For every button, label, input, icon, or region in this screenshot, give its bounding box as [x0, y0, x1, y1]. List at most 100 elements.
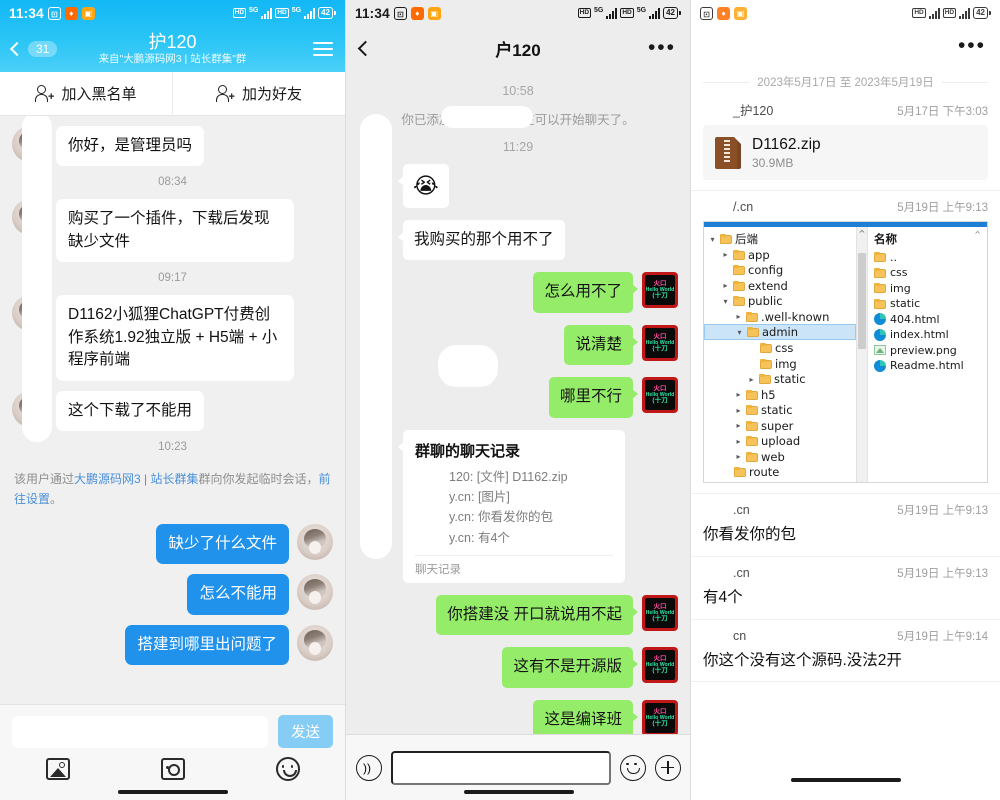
file-list-row[interactable]: img	[874, 280, 987, 296]
scrollbar-thumb[interactable]	[858, 253, 866, 350]
tree-node[interactable]: route	[708, 464, 856, 480]
qq-message-list[interactable]: 你好，是管理员吗 08:34 购买了一个插件，下载后发现缺少文件 09:17 D…	[0, 116, 345, 704]
file-list-row[interactable]: 404.html	[874, 311, 987, 327]
tree-node[interactable]: css	[708, 340, 856, 356]
avatar[interactable]	[297, 523, 333, 560]
message-bubble[interactable]: 这个下载了不能用	[56, 390, 205, 432]
avatar[interactable]	[297, 624, 333, 661]
message-bubble[interactable]: D1162小狐狸ChatGPT付费创作系统1.92独立版 + H5端 + 小程序…	[56, 295, 294, 381]
tree-node[interactable]: public	[708, 293, 856, 309]
smiley-icon[interactable]	[275, 757, 300, 781]
chevron-right-icon[interactable]	[721, 281, 730, 290]
message-input[interactable]	[391, 750, 611, 785]
battery-level: 42	[973, 7, 988, 19]
smiley-icon[interactable]	[620, 754, 646, 781]
chevron-right-icon[interactable]	[734, 406, 743, 415]
message-bubble[interactable]: 缺少了什么文件	[156, 523, 289, 565]
back-chevron-icon[interactable]	[357, 40, 374, 56]
chevron-right-icon[interactable]	[721, 250, 730, 259]
text-record-item[interactable]: .cn 5月19日 上午9:13 你看发你的包	[691, 494, 1000, 558]
message-bubble[interactable]: 你好，是管理员吗	[56, 126, 205, 167]
chevron-right-icon[interactable]	[747, 375, 756, 384]
avatar[interactable]: 火口 Hello World (十刀	[642, 324, 678, 361]
screenshot-collage: 11:34 ⊡ ♦ ▣ HD 5G HD 5G 42 31 护120 来自"大鹏…	[0, 0, 1000, 800]
chevron-down-icon[interactable]	[708, 235, 717, 244]
tree-node[interactable]: extend	[708, 278, 856, 294]
message-input[interactable]	[12, 715, 268, 748]
tree-node[interactable]: static	[708, 402, 856, 418]
file-list-row[interactable]: static	[874, 296, 987, 312]
chevron-right-icon[interactable]	[734, 312, 743, 321]
tree-node[interactable]: runtime	[708, 480, 856, 483]
chevron-right-icon[interactable]	[734, 452, 743, 461]
chat-record-card[interactable]: 群聊的聊天记录 120: [文件] D1162.zip y.cn: [图片] y…	[398, 429, 625, 583]
hamburger-icon[interactable]	[313, 41, 333, 57]
file-list-row[interactable]: css	[874, 265, 987, 281]
add-friend-button[interactable]: + 加为好友	[172, 72, 345, 115]
file-record-item[interactable]: _护120 5月17日 下午3:03 D1162.zip 30.9MB	[691, 92, 1000, 192]
tip-group-link[interactable]: 大鹏源码网3 | 站长群集	[74, 472, 198, 486]
more-dots-icon[interactable]: •••	[648, 37, 676, 58]
tree-node[interactable]: app	[708, 247, 856, 263]
tree-node[interactable]: upload	[708, 433, 856, 449]
avatar[interactable]: 火口 Hello World (十刀	[642, 699, 678, 734]
tree-node[interactable]: config	[708, 262, 856, 278]
chevron-right-icon[interactable]	[734, 437, 743, 446]
file-name: D1162.zip	[752, 136, 821, 153]
tree-node[interactable]: 后端	[708, 231, 856, 247]
tree-node-selected[interactable]: admin	[704, 324, 856, 341]
wechat-message-list[interactable]: 10:58 你已添加了⁠户120，现在可以开始聊天了。 11:29 😭 我购买的…	[346, 70, 690, 734]
message-bubble[interactable]: 搭建到哪里出问题了	[125, 624, 289, 666]
image-record-item[interactable]: /.cn 5月19日 上午9:13 后端	[691, 191, 1000, 495]
avatar[interactable]: 火口 Hello World (十刀	[642, 377, 678, 414]
file-list-row[interactable]: ..	[874, 249, 987, 265]
tree-node[interactable]: web	[708, 449, 856, 465]
file-list-row[interactable]: preview.png	[874, 342, 987, 358]
file-list[interactable]: ^ 名称 .. css img static 404.html index.ht…	[867, 227, 987, 483]
message-bubble[interactable]: 哪里不行	[548, 377, 639, 418]
explorer-screenshot[interactable]: 后端 app config	[703, 221, 988, 484]
back-button[interactable]: 31	[9, 41, 58, 57]
avatar[interactable]: 火口 Hello World (十刀	[642, 647, 678, 684]
text-record-item[interactable]: cn 5月19日 上午9:14 你这个没有这个源码.没法2开	[691, 620, 1000, 683]
more-dots-icon[interactable]: •••	[958, 35, 986, 56]
plus-icon[interactable]	[655, 754, 681, 781]
message-bubble[interactable]: 怎么不能用	[187, 574, 289, 615]
sort-caret-icon[interactable]: ^	[974, 230, 981, 239]
chevron-right-icon[interactable]	[734, 421, 743, 430]
chevron-down-icon[interactable]	[735, 328, 744, 337]
chevron-down-icon[interactable]	[721, 297, 730, 306]
file-card[interactable]: D1162.zip 30.9MB	[703, 125, 988, 181]
tree-scrollbar[interactable]: ^	[856, 227, 867, 483]
folder-tree[interactable]: 后端 app config	[704, 227, 856, 482]
scroll-up-icon[interactable]: ^	[857, 229, 867, 238]
file-list-row[interactable]: index.html	[874, 327, 987, 343]
message-bubble[interactable]: 购买了一个插件，下载后发现缺少文件	[56, 199, 294, 263]
message-row: 你搭建没 开口就说用不起 火口 Hello World (十刀	[346, 594, 690, 636]
message-bubble[interactable]: 这是编译班	[533, 699, 638, 734]
tree-node[interactable]: static	[708, 371, 856, 387]
message-bubble[interactable]: 怎么用不了	[533, 272, 638, 313]
add-to-blacklist-button[interactable]: + 加入黑名单	[0, 72, 172, 115]
tree-node[interactable]: h5	[708, 387, 856, 403]
avatar[interactable]: 火口 Hello World (十刀	[642, 594, 678, 631]
message-bubble[interactable]: 我购买的那个用不了	[398, 219, 565, 261]
tree-node[interactable]: super	[708, 418, 856, 434]
avatar[interactable]	[297, 574, 333, 611]
camera-icon[interactable]	[160, 758, 185, 780]
message-bubble[interactable]: 😭	[398, 164, 449, 208]
chevron-right-icon[interactable]	[734, 390, 743, 399]
send-button[interactable]: 发送	[278, 715, 333, 748]
message-bubble[interactable]: 你搭建没 开口就说用不起	[436, 594, 638, 636]
column-header-name[interactable]: 名称	[874, 231, 987, 249]
voice-icon[interactable]	[356, 754, 382, 781]
message-bubble[interactable]: 说清楚	[564, 324, 638, 366]
tree-node[interactable]: img	[708, 356, 856, 372]
text-record-item[interactable]: .cn 5月19日 上午9:13 有4个	[691, 557, 1000, 620]
message-bubble[interactable]: 这有不是开源版	[502, 647, 638, 688]
avatar[interactable]: 火口 Hello World (十刀	[642, 272, 678, 309]
picture-icon[interactable]	[45, 758, 70, 780]
tree-node[interactable]: .well-known	[708, 309, 856, 325]
file-list-row[interactable]: Readme.html	[874, 358, 987, 374]
back-chevron-icon	[9, 41, 25, 57]
